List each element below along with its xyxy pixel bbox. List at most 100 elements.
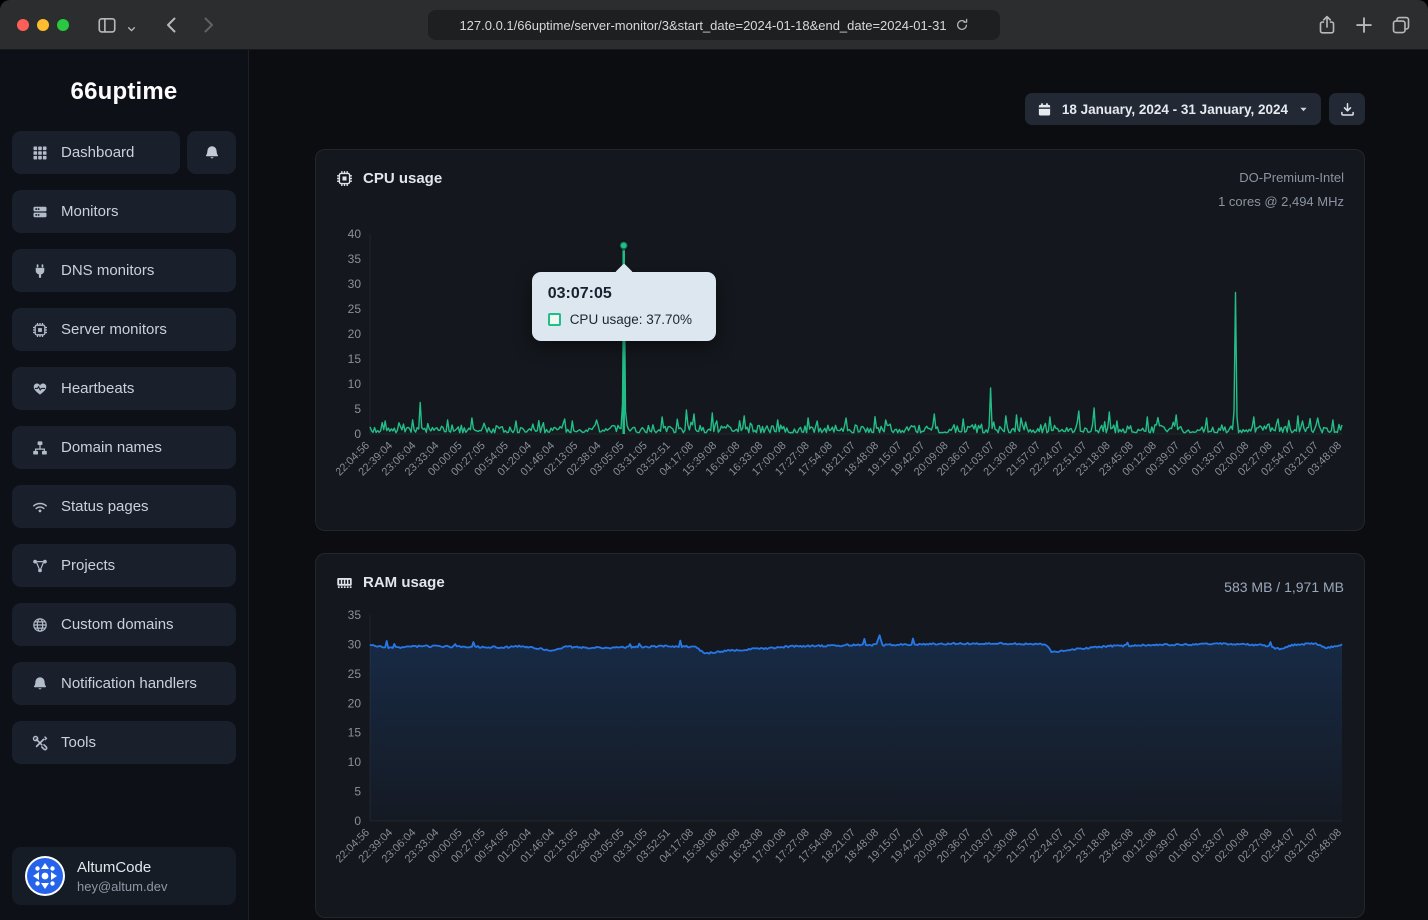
topbar: 18 January, 2024 - 31 January, 2024 [315, 93, 1365, 125]
sidebar-item-label: Server monitors [61, 321, 167, 338]
url-text: 127.0.0.1/66uptime/server-monitor/3&star… [459, 18, 946, 33]
address-bar[interactable]: 127.0.0.1/66uptime/server-monitor/3&star… [428, 10, 1000, 40]
memory-icon [336, 574, 353, 591]
back-icon[interactable] [162, 15, 182, 35]
fullscreen-window-button[interactable] [57, 19, 69, 31]
server-plan: DO-Premium-Intel [1218, 166, 1344, 190]
tools-icon [32, 735, 48, 751]
sidebar-item-label: Custom domains [61, 616, 174, 633]
svg-text:5: 5 [354, 402, 361, 416]
sidebar-item-label: DNS monitors [61, 262, 154, 279]
minimize-window-button[interactable] [37, 19, 49, 31]
svg-text:15: 15 [348, 352, 362, 366]
sidebar-item-label: Status pages [61, 498, 149, 515]
sidebar-item-status-pages[interactable]: Status pages [12, 485, 236, 528]
svg-text:20: 20 [348, 327, 362, 341]
sidebar-item-label: Projects [61, 557, 115, 574]
calendar-icon [1037, 102, 1052, 117]
sidebar-item-custom-domains[interactable]: Custom domains [12, 603, 236, 646]
browser-chrome: 127.0.0.1/66uptime/server-monitor/3&star… [0, 0, 1428, 50]
sidebar-item-projects[interactable]: Projects [12, 544, 236, 587]
svg-text:10: 10 [348, 755, 362, 769]
close-window-button[interactable] [17, 19, 29, 31]
export-button[interactable] [1329, 93, 1365, 125]
svg-text:10: 10 [348, 377, 362, 391]
nav-row: DNS monitors [12, 249, 236, 292]
sidebar-item-server-monitors[interactable]: Server monitors [12, 308, 236, 351]
nav-row: Domain names [12, 426, 236, 469]
tooltip-series-swatch [548, 313, 561, 326]
svg-text:0: 0 [354, 814, 361, 828]
main-content: 18 January, 2024 - 31 January, 2024 [249, 50, 1428, 920]
svg-text:35: 35 [348, 252, 362, 266]
sidebar-item-label: Heartbeats [61, 380, 134, 397]
nav-row: Custom domains [12, 603, 236, 646]
share-icon[interactable] [1317, 15, 1337, 35]
sidebar-toggle-icon[interactable] [97, 15, 117, 35]
ram-chart[interactable]: 0510152025303522:04:5622:39:0423:06:0423… [336, 607, 1344, 903]
nav-row: Monitors [12, 190, 236, 233]
download-icon [1340, 102, 1355, 117]
heartbeat-icon [32, 381, 48, 397]
svg-text:15: 15 [348, 726, 362, 740]
sidebar-item-tools[interactable]: Tools [12, 721, 236, 764]
nav-row: Dashboard [12, 131, 236, 174]
sidebar-item-label: Tools [61, 734, 96, 751]
cpu-icon [336, 170, 353, 187]
sidebar-item-dashboard[interactable]: Dashboard [12, 131, 180, 174]
reload-icon[interactable] [955, 18, 969, 32]
ram-meta: 583 MB / 1,971 MB [1224, 570, 1344, 601]
sidebar: 66uptime Dashboard Monitors DNS monitors Se… [0, 50, 249, 920]
nav-row: Status pages [12, 485, 236, 528]
date-range-picker[interactable]: 18 January, 2024 - 31 January, 2024 [1025, 93, 1321, 125]
nav-row: Notification handlers [12, 662, 236, 705]
window-controls [17, 19, 69, 31]
sidebar-nav: Dashboard Monitors DNS monitors Server moni… [12, 131, 236, 764]
altumcode-logo [25, 856, 65, 896]
svg-text:20: 20 [348, 696, 362, 710]
wifi-icon [32, 499, 48, 515]
sidebar-item-heartbeats[interactable]: Heartbeats [12, 367, 236, 410]
sidebar-item-dns-monitors[interactable]: DNS monitors [12, 249, 236, 292]
account-card[interactable]: AltumCode hey@altum.dev [12, 847, 236, 905]
server-meta: DO-Premium-Intel 1 cores @ 2,494 MHz [1218, 166, 1344, 214]
cpu-chart-svg: 051015202530354022:04:5622:39:0423:06:04… [336, 220, 1346, 516]
bell-icon [32, 676, 48, 692]
account-email: hey@altum.dev [77, 879, 168, 894]
svg-text:0: 0 [354, 427, 361, 441]
date-range-label: 18 January, 2024 - 31 January, 2024 [1062, 102, 1288, 117]
nav-row: Projects [12, 544, 236, 587]
chart-title: RAM usage [363, 574, 445, 591]
server-icon [32, 204, 48, 220]
globe-icon [32, 617, 48, 633]
forward-icon[interactable] [198, 15, 218, 35]
sidebar-item-notification-handlers[interactable]: Notification handlers [12, 662, 236, 705]
nav-row: Tools [12, 721, 236, 764]
sidebar-item-domain-names[interactable]: Domain names [12, 426, 236, 469]
caret-down-icon [1298, 104, 1309, 115]
svg-text:30: 30 [348, 277, 362, 291]
ram-usage-card: RAM usage 583 MB / 1,971 MB 051015202530… [315, 553, 1365, 918]
cpu-chart[interactable]: 051015202530354022:04:5622:39:0423:06:04… [336, 220, 1344, 516]
tabs-overview-icon[interactable] [1391, 15, 1411, 35]
server-cores: 1 cores @ 2,494 MHz [1218, 190, 1344, 214]
notifications-button[interactable] [187, 131, 236, 174]
new-tab-icon[interactable] [1354, 15, 1374, 35]
nav-row: Heartbeats [12, 367, 236, 410]
cpu-icon [32, 322, 48, 338]
chevron-down-icon[interactable] [125, 19, 138, 39]
brand-logo: 66uptime [12, 78, 236, 106]
sitemap-icon [32, 440, 48, 456]
sidebar-item-label: Domain names [61, 439, 162, 456]
bell-icon [204, 145, 220, 161]
chart-title: CPU usage [363, 170, 442, 187]
sidebar-item-monitors[interactable]: Monitors [12, 190, 236, 233]
ram-chart-svg: 0510152025303522:04:5622:39:0423:06:0423… [336, 607, 1346, 903]
svg-text:25: 25 [348, 667, 362, 681]
nav-row: Server monitors [12, 308, 236, 351]
svg-text:40: 40 [348, 227, 362, 241]
svg-text:5: 5 [354, 785, 361, 799]
sidebar-item-label: Dashboard [61, 144, 134, 161]
grid-icon [32, 145, 48, 161]
plug-icon [32, 263, 48, 279]
